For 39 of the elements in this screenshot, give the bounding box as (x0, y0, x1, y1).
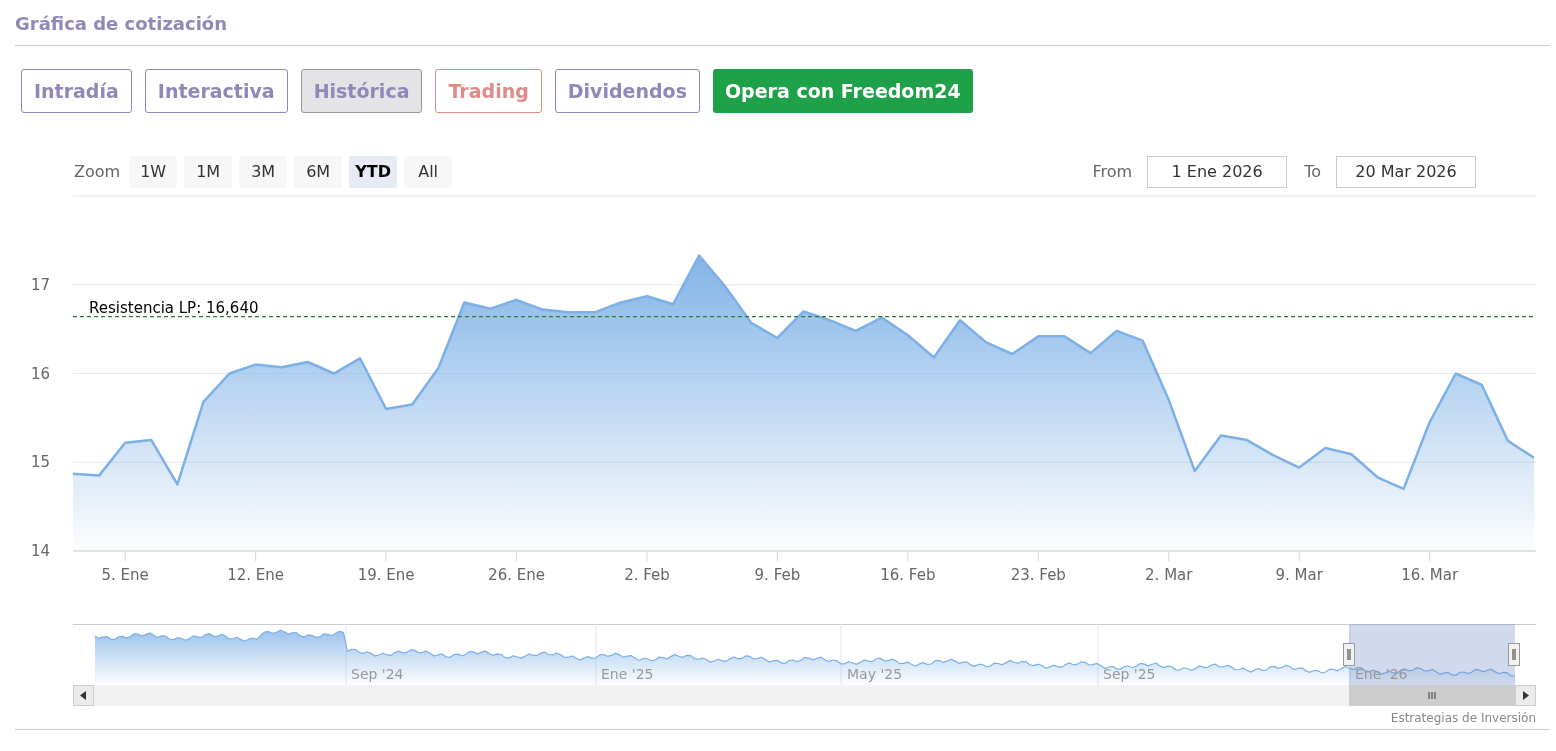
x-axis-label: 2. Mar (1145, 566, 1193, 584)
zoom-button[interactable]: 1W (129, 155, 178, 188)
chart-credit: Estrategias de Inversión (1390, 711, 1536, 725)
zoom-button[interactable]: 6M (294, 155, 343, 188)
x-axis-label: 2. Feb (624, 566, 670, 584)
x-axis-label: 23. Feb (1010, 566, 1066, 584)
scrollbar-thumb[interactable] (1349, 685, 1516, 706)
x-axis-label: 16. Feb (880, 566, 936, 584)
zoom-button[interactable]: All (404, 155, 453, 188)
zoom-button[interactable]: YTD (349, 155, 398, 188)
navigator-label: Ene '25 (601, 666, 654, 682)
navigator-label: Sep '25 (1103, 666, 1156, 682)
zoom-button[interactable]: 1M (184, 155, 233, 188)
resistance-label: Resistencia LP: 16,640 (89, 298, 259, 317)
x-axis-label: 9. Feb (754, 566, 801, 584)
x-axis-label: 12. Ene (227, 566, 285, 584)
range-handle[interactable] (1508, 643, 1520, 666)
navigator-label: Ene '26 (1355, 666, 1408, 682)
range-handle[interactable] (1343, 643, 1355, 666)
y-axis-label: 16 (30, 364, 50, 383)
zoom-label: Zoom (74, 162, 121, 181)
to-date-field[interactable]: 20 Mar 2026 (1336, 155, 1476, 188)
x-axis-label: 26. Ene (488, 566, 545, 584)
navigator-label: Sep '24 (351, 666, 404, 682)
x-axis-label: 16. Mar (1401, 566, 1459, 584)
zoom-button[interactable]: 3M (239, 155, 288, 188)
x-axis-label: 9. Mar (1275, 566, 1323, 584)
section-title: Gráfica de cotización (15, 13, 228, 34)
navigator-label: May '25 (847, 666, 903, 682)
from-label: From (1092, 162, 1133, 181)
y-axis-label: 17 (30, 275, 50, 294)
x-axis-label: 5. Ene (101, 566, 149, 584)
x-axis-label: 19. Ene (357, 566, 415, 584)
y-axis-label: 14 (30, 542, 50, 560)
y-axis-label: 15 (30, 453, 50, 472)
scroll-right-button[interactable] (1515, 685, 1536, 706)
to-label: To (1304, 162, 1321, 181)
from-date-field[interactable]: 1 Ene 2026 (1147, 155, 1288, 188)
scroll-left-button[interactable] (73, 685, 94, 706)
